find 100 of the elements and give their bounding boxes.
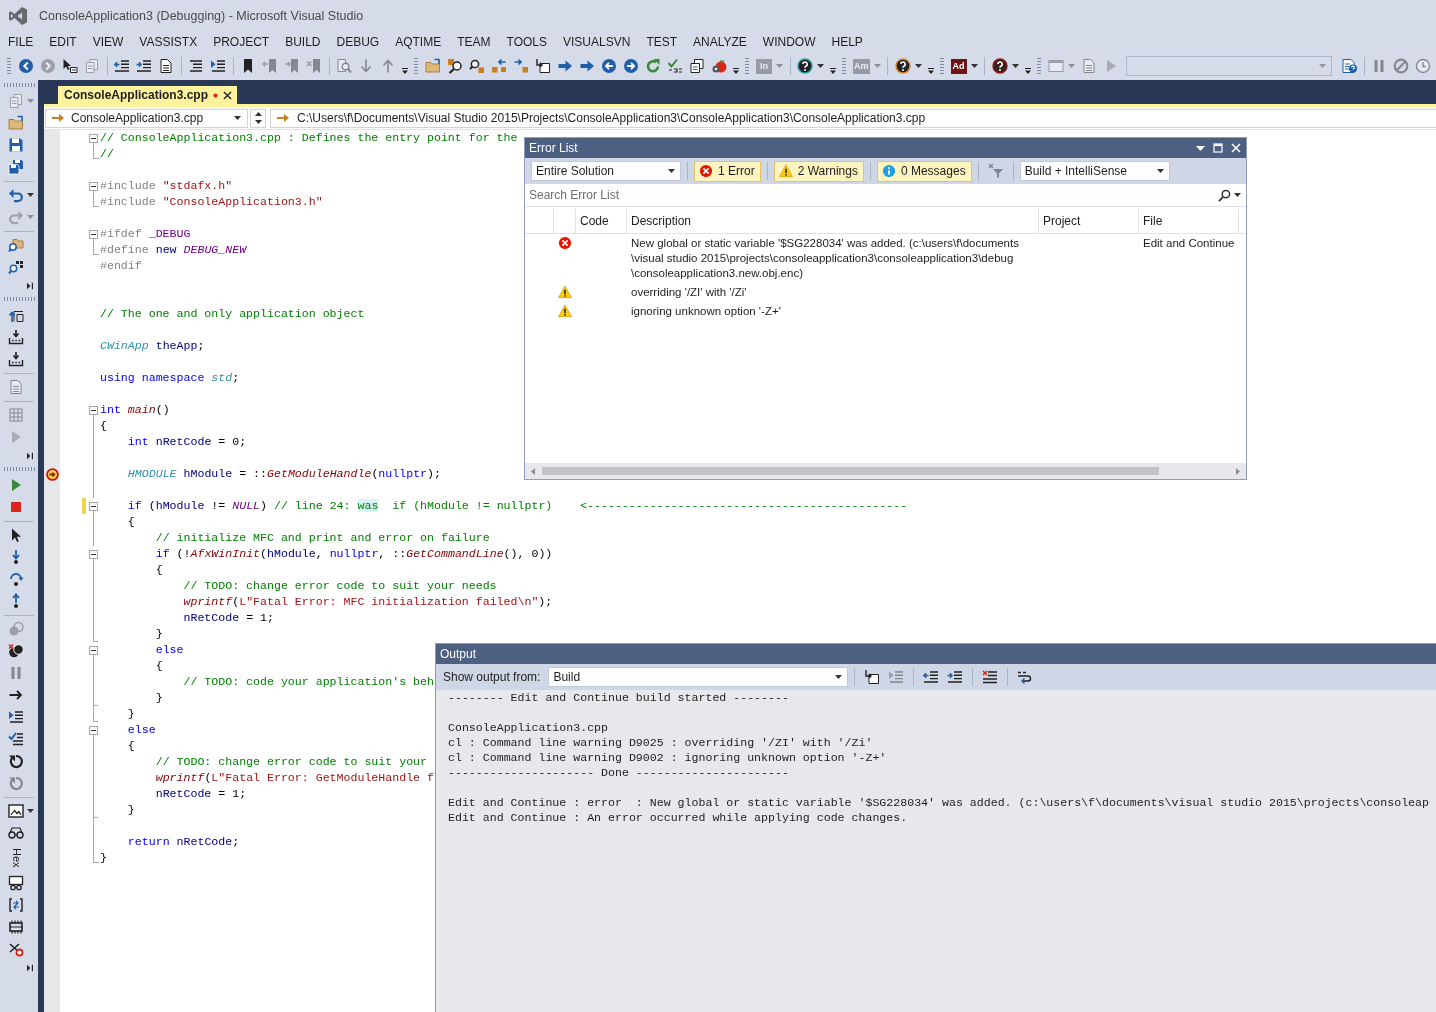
column-header[interactable]: Code <box>580 214 609 228</box>
close-icon[interactable] <box>223 90 232 100</box>
scrollbar[interactable] <box>525 463 1246 479</box>
left-caret-icon[interactable] <box>531 467 535 475</box>
menu-item[interactable]: AQTIME <box>387 32 450 52</box>
gripper-icon[interactable] <box>842 57 846 75</box>
code-line: HMODULE hModule = ::GetModuleHandle(nullptr); <box>127 466 441 482</box>
code-line: nRetCode = 1; <box>183 610 274 626</box>
tray-arrow-icon <box>8 329 24 345</box>
menu-item[interactable]: VISUALSVN <box>555 32 639 52</box>
warning-icon <box>778 164 793 178</box>
scope-dropdown[interactable]: Entire Solution <box>531 161 681 181</box>
caret-icon[interactable] <box>1196 145 1205 151</box>
filter-button[interactable]: 1 Error <box>694 160 761 182</box>
gripper-icon[interactable] <box>414 57 418 75</box>
filter-button[interactable]: 2 Warnings <box>773 160 864 182</box>
search-icon[interactable] <box>1218 188 1231 202</box>
up-caret-icon[interactable] <box>254 111 262 116</box>
output-line: cl : Command line warning D9025 : overriding '/ZI' with '/Zi' <box>448 735 874 750</box>
menu-item[interactable]: HELP <box>823 32 871 52</box>
column-header[interactable]: Project <box>1043 214 1081 228</box>
toolbar-button[interactable] <box>794 55 827 77</box>
collapse-icon[interactable] <box>89 501 98 511</box>
collapse-icon[interactable] <box>89 405 98 415</box>
lines-arrow-icon <box>8 709 24 725</box>
code-line: { <box>127 514 135 530</box>
code-line: // ConsoleApplication3.cpp : Defines the entry point for the <box>100 130 518 146</box>
menu-item[interactable]: TEAM <box>449 32 499 52</box>
stop-icon <box>1393 58 1409 74</box>
folder-icon <box>8 115 24 131</box>
caret-icon <box>1156 169 1164 173</box>
right-caret-icon[interactable] <box>1236 467 1240 475</box>
breakpoint-arrow-icon[interactable] <box>45 467 59 481</box>
column-header[interactable]: File <box>1143 214 1163 228</box>
brackets-icon <box>8 897 24 913</box>
toolbar-options-icon <box>732 67 740 75</box>
column-header[interactable]: Description <box>631 214 692 228</box>
down-arrow-icon <box>358 58 374 74</box>
table-cell: Edit and Continue <box>1143 237 1235 249</box>
menu-item[interactable]: VASSISTX <box>131 32 206 52</box>
help-icon <box>894 58 911 74</box>
lines-arrow-icon <box>888 669 905 685</box>
path-field[interactable]: C:\Users\f\Documents\Visual Studio 2015\Projects\ConsoleApplication3\ConsoleApplication3\ConsoleApplication3.cpp <box>270 108 1436 128</box>
collapse-icon[interactable] <box>89 549 98 559</box>
maximize-icon[interactable] <box>1213 143 1223 153</box>
code-line: { <box>100 418 107 434</box>
menu-item[interactable]: TEST <box>638 32 686 52</box>
source-dropdown[interactable]: Build + IntelliSense <box>1019 161 1170 181</box>
error-icon <box>699 164 713 178</box>
toolbar-options-icon <box>926 67 935 75</box>
menu-item[interactable]: VIEW <box>84 32 132 52</box>
filter-button[interactable]: 0 Messages <box>876 160 972 182</box>
menu-item[interactable]: FILE <box>0 32 42 52</box>
crossed-icon <box>8 941 24 957</box>
output-line: Edit and Continue : error : New global or static variable '$SG228034' was added. (c:\users\f\documents\visual studio 2015\projects\consoleap <box>448 795 1430 810</box>
undo-icon <box>8 187 24 203</box>
caret-icon[interactable] <box>1234 193 1241 197</box>
indent-icon <box>947 669 964 685</box>
menu-item[interactable]: DEBUG <box>328 32 388 52</box>
menu-item[interactable]: ANALYZE <box>685 32 755 52</box>
toolbar-button[interactable]: Hex <box>0 844 38 872</box>
gripper-icon[interactable] <box>7 57 11 75</box>
find-symbol-icon <box>8 259 24 275</box>
right-arrow-circle-icon <box>623 58 639 74</box>
collapse-icon[interactable] <box>89 229 98 239</box>
document-tab[interactable]: ConsoleApplication3.cpp <box>58 86 237 104</box>
documents-icon <box>84 58 100 74</box>
file-dropdown[interactable]: ConsoleApplication3.cpp <box>45 108 248 128</box>
find-icon <box>336 58 352 74</box>
collapse-icon[interactable] <box>89 181 98 191</box>
gripper-icon[interactable] <box>3 467 35 471</box>
caret-icon <box>835 675 843 679</box>
gripper-icon[interactable] <box>3 83 35 87</box>
code-line: } <box>155 690 163 706</box>
collapse-icon[interactable] <box>89 645 98 655</box>
window-icon <box>1047 58 1064 74</box>
collapse-icon[interactable] <box>89 133 98 143</box>
warning-icon <box>558 285 572 299</box>
menu-item[interactable]: WINDOW <box>754 32 824 52</box>
menu-item[interactable]: TOOLS <box>498 32 556 52</box>
right-arrow-icon <box>579 58 595 74</box>
gripper-icon[interactable] <box>745 57 749 75</box>
menu-item[interactable]: BUILD <box>277 32 329 52</box>
step-over-icon <box>8 571 24 587</box>
chip-icon <box>8 919 24 935</box>
scroll-thumb[interactable] <box>542 467 1159 475</box>
code-line: { <box>127 738 135 754</box>
table-cell-text: overriding '/ZI' with '/Zi' <box>630 285 748 300</box>
collapse-icon[interactable] <box>89 725 98 735</box>
down-caret-icon[interactable] <box>254 120 262 125</box>
toolbar-button[interactable]: Ad <box>947 55 981 77</box>
document-arrow-icon <box>864 669 881 685</box>
bookmark-arrow-icon <box>262 58 278 74</box>
code-line: #ifdef _DEBUG <box>100 226 191 242</box>
squares-arrow-icon <box>513 58 529 74</box>
menu-item[interactable]: EDIT <box>41 32 85 52</box>
menu-item[interactable]: PROJECT <box>205 32 278 52</box>
gripper-icon[interactable] <box>3 297 35 301</box>
output-source-dropdown[interactable]: Build <box>548 667 849 687</box>
cursor-icon <box>62 58 78 74</box>
